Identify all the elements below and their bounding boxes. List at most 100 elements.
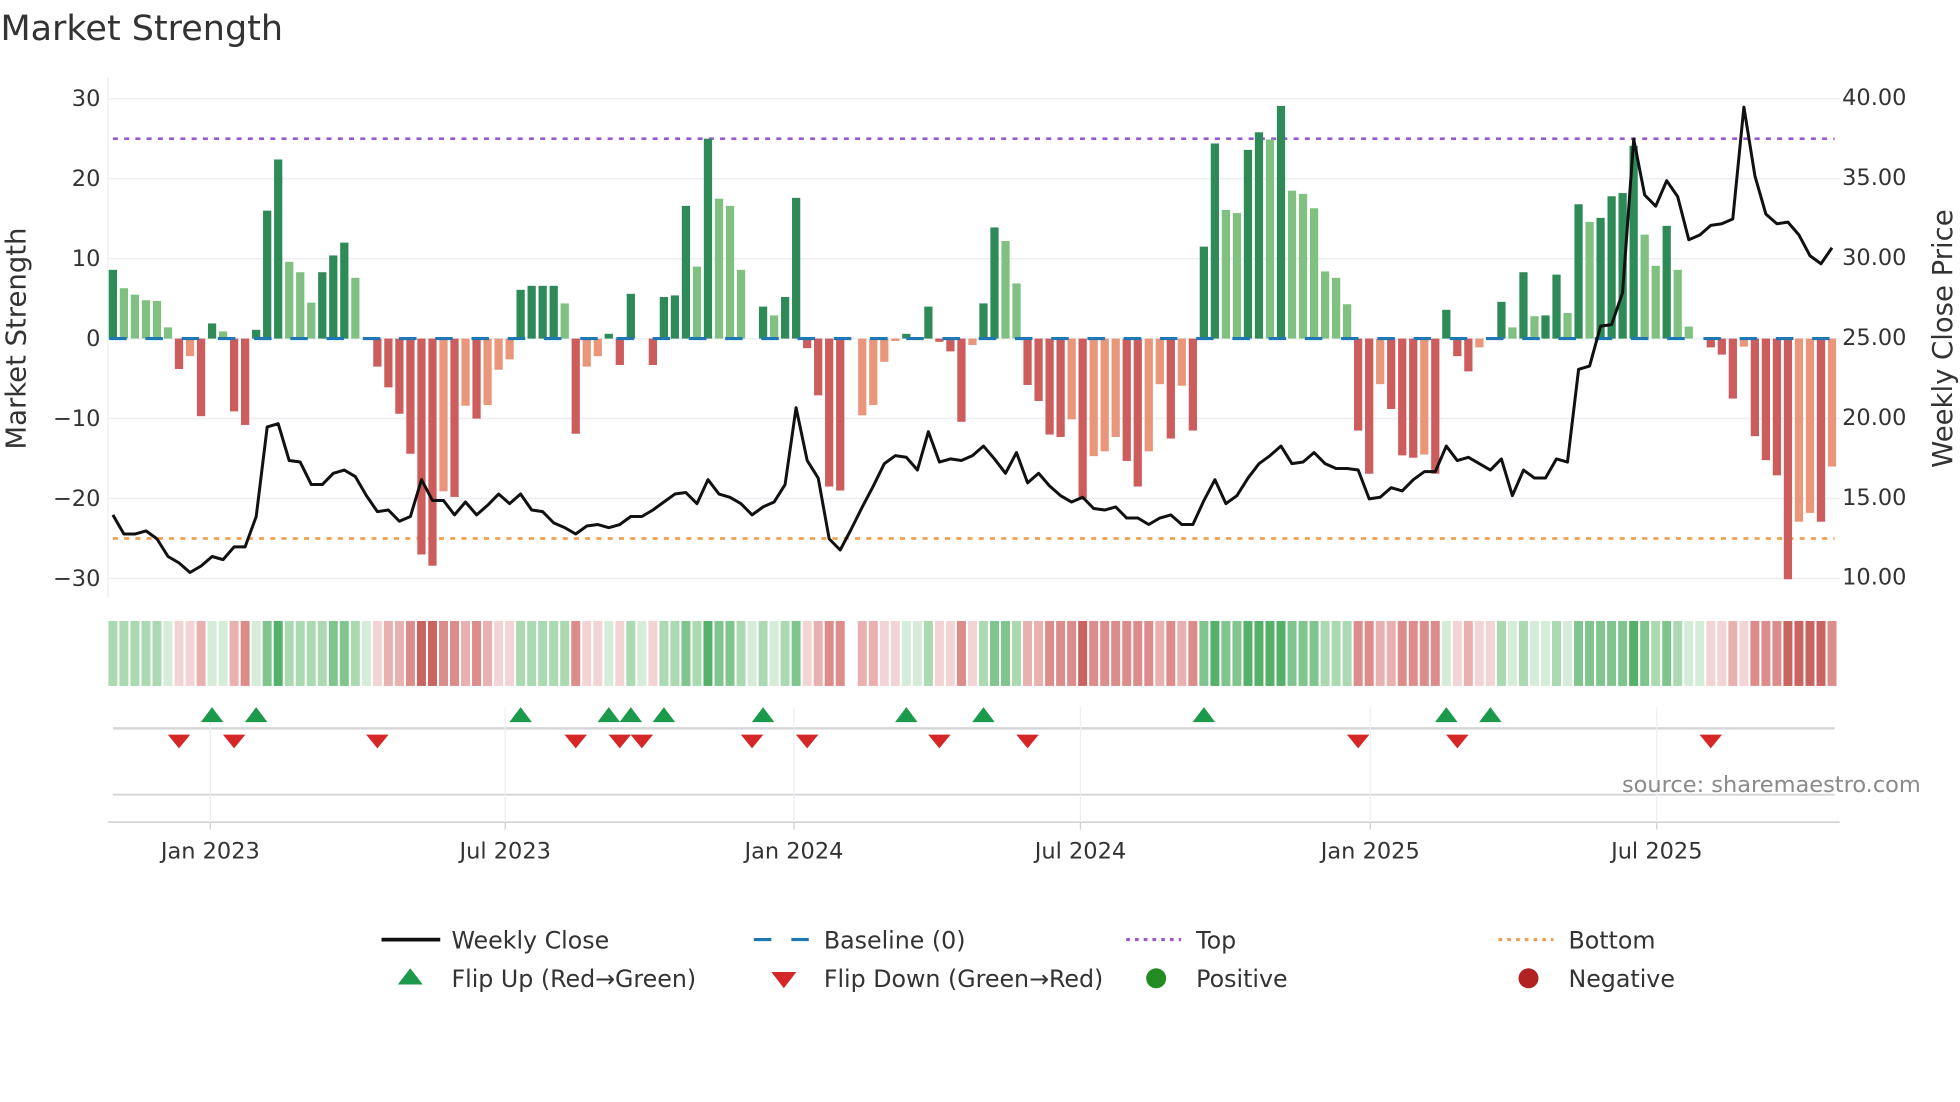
heat-cell	[736, 620, 746, 686]
flip-down-marker	[740, 734, 764, 749]
positive-bar	[758, 306, 768, 339]
positive-bar	[318, 272, 327, 339]
x-axis-ticks: Jan 2023 Jul 2023 Jan 2024 Jul 2024 Jan 2025…	[159, 822, 1703, 864]
heat-cell	[328, 620, 338, 686]
heat-cell	[1276, 620, 1286, 686]
heat-cell	[1618, 620, 1628, 686]
triangle-down-icon	[771, 972, 797, 989]
heat-cell	[527, 620, 537, 686]
negative-bar	[968, 338, 977, 345]
heat-cell	[1761, 620, 1771, 686]
positive-bar	[1684, 326, 1693, 339]
legend-item-baseline[interactable]: Baseline (0)	[753, 926, 966, 954]
positive-bar	[736, 269, 746, 339]
legend-label: Flip Down (Green→Red)	[824, 965, 1103, 993]
positive-bar	[538, 285, 547, 339]
positive-bar	[560, 303, 569, 339]
negative-bar	[1805, 338, 1815, 513]
positive-bar	[604, 333, 613, 339]
heat-cell	[262, 620, 272, 686]
flip-down-marker	[564, 734, 587, 749]
negative-bar	[1365, 338, 1374, 474]
heat-cell	[648, 620, 658, 686]
heat-cell	[714, 620, 724, 686]
negative-bar	[814, 338, 823, 396]
negative-bar	[880, 338, 889, 362]
positive-bar	[527, 285, 536, 339]
negative-bar	[1376, 338, 1385, 385]
heat-cell	[1805, 620, 1815, 686]
heat-cell	[185, 620, 195, 686]
right-axis-ticks: 40.00 35.00 30.00 25.00 20.00 15.00 10.00	[1842, 85, 1906, 591]
heat-cell	[273, 620, 283, 686]
negative-bar	[1122, 338, 1131, 461]
heat-cell	[163, 620, 173, 686]
negative-bar	[1750, 338, 1759, 437]
heat-cell	[769, 620, 779, 686]
positive-bar	[1343, 304, 1352, 339]
heat-cell	[912, 620, 922, 686]
negative-bar	[1166, 338, 1175, 439]
heat-cell	[967, 620, 977, 686]
positive-bar	[1298, 193, 1308, 339]
flip-down-marker	[1346, 734, 1370, 749]
positive-bar	[1254, 132, 1264, 339]
positive-bar	[979, 303, 988, 339]
positive-bar	[152, 301, 162, 339]
heat-cell	[1199, 620, 1209, 686]
heat-cell	[1441, 620, 1451, 686]
heat-cell	[108, 620, 118, 686]
positive-bar	[163, 327, 173, 339]
legend-item-flip-up[interactable]: Flip Up (Red→Green)	[397, 965, 696, 993]
heat-cell	[835, 620, 845, 686]
positive-bar	[1651, 265, 1660, 339]
heat-cell	[1574, 620, 1584, 686]
red-dot-icon	[1518, 968, 1539, 989]
heat-cell	[450, 620, 460, 686]
legend-item-bottom[interactable]: Bottom	[1498, 926, 1656, 954]
positive-bar	[108, 269, 118, 339]
positive-bar	[1530, 316, 1539, 339]
heat-cell	[1100, 620, 1110, 686]
heat-cell	[659, 620, 669, 686]
heat-cell	[945, 620, 955, 686]
legend-label: Weekly Close	[451, 926, 609, 954]
positive-bar	[1287, 190, 1297, 339]
heat-cell	[1496, 620, 1506, 686]
positive-bar	[1541, 315, 1550, 339]
negative-bar	[1783, 338, 1793, 580]
legend-item-positive[interactable]: Positive	[1146, 965, 1288, 993]
negative-bar	[373, 338, 382, 367]
negative-bar	[1078, 338, 1087, 499]
negative-bar	[891, 338, 900, 341]
negative-bar	[395, 338, 404, 414]
heat-cell	[978, 620, 988, 686]
legend-label: Flip Up (Red→Green)	[451, 965, 696, 993]
heat-cell	[1651, 620, 1661, 686]
heat-cell	[1320, 620, 1330, 686]
legend-item-weekly-close[interactable]: Weekly Close	[381, 926, 610, 954]
heat-cell	[549, 620, 559, 686]
heat-cell	[1607, 620, 1617, 686]
heat-cell	[1133, 620, 1143, 686]
positive-bar	[1585, 221, 1594, 339]
positive-bar	[1199, 246, 1208, 339]
legend-item-top[interactable]: Top	[1126, 926, 1236, 954]
negative-bar	[582, 338, 591, 367]
negative-bar	[1475, 338, 1484, 348]
y2-tick-label: 20.00	[1842, 405, 1906, 431]
heat-cell	[1012, 620, 1022, 686]
y2-tick-label: 35.00	[1842, 165, 1906, 191]
positive-bar	[285, 261, 294, 339]
positive-bar	[141, 300, 151, 339]
legend-item-negative[interactable]: Negative	[1518, 965, 1675, 993]
positive-bar	[1320, 271, 1330, 339]
heat-cell	[317, 620, 327, 686]
positive-bar	[703, 138, 713, 339]
heat-cell	[1287, 620, 1297, 686]
heat-cell	[1750, 620, 1760, 686]
positive-bar	[119, 288, 129, 339]
heat-cell	[1089, 620, 1099, 686]
positive-bar	[340, 242, 349, 339]
legend-item-flip-down[interactable]: Flip Down (Green→Red)	[771, 965, 1103, 993]
